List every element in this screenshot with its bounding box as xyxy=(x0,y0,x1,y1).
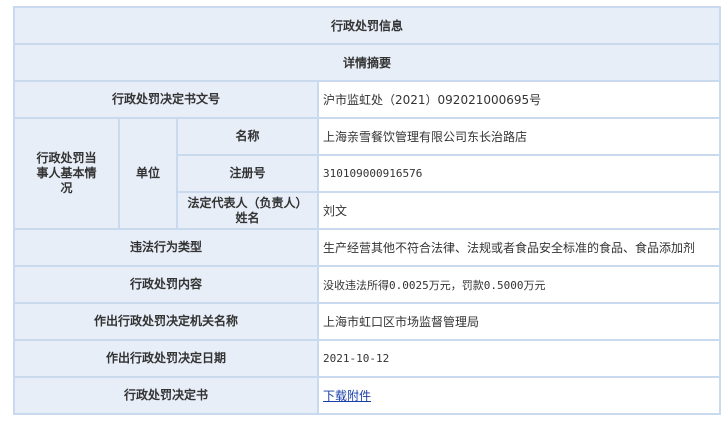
name-value: 上海亲雪餐饮管理有限公司东长治路店 xyxy=(316,117,722,156)
decision-no-label: 行政处罚决定书文号 xyxy=(13,80,319,119)
row-violation-type: 违法行为类型 生产经营其他不符合法律、法规或者食品安全标准的食品、食品添加剂 xyxy=(13,228,722,267)
decision-date-value: 2021-10-12 xyxy=(316,339,722,378)
decision-no-value: 沪市监虹处（2021）092021000695号 xyxy=(316,80,722,119)
legal-rep-value: 刘文 xyxy=(316,191,722,230)
authority-value: 上海市虹口区市场监督管理局 xyxy=(316,302,722,341)
row-decision-doc: 行政处罚决定书 下载附件 xyxy=(13,376,722,415)
penalty-content-value: 没收违法所得0.0025万元，罚款0.5000万元 xyxy=(316,265,722,304)
subsection-title: 详情摘要 xyxy=(12,43,722,82)
violation-type-label: 违法行为类型 xyxy=(13,228,319,267)
decision-doc-label: 行政处罚决定书 xyxy=(13,376,319,415)
party-label: 行政处罚当事人基本情况 xyxy=(13,117,120,230)
party-label-text: 行政处罚当事人基本情况 xyxy=(36,151,97,195)
section-title: 行政处罚信息 xyxy=(12,6,722,45)
reg-no-value: 310109000916576 xyxy=(316,154,722,193)
party-group-label: 单位 xyxy=(118,117,178,230)
download-attachment-link[interactable]: 下载附件 xyxy=(323,389,371,403)
row-penalty-content: 行政处罚内容 没收违法所得0.0025万元，罚款0.5000万元 xyxy=(13,265,722,304)
decision-doc-value: 下载附件 xyxy=(316,376,722,415)
legal-rep-label: 法定代表人（负责人） 姓名 xyxy=(176,191,319,230)
decision-date-label: 作出行政处罚决定日期 xyxy=(13,339,319,378)
row-party-name: 行政处罚当事人基本情况 单位 名称 上海亲雪餐饮管理有限公司东长治路店 xyxy=(13,117,722,230)
legal-rep-label-line1: 法定代表人（负责人） xyxy=(187,195,308,210)
reg-no-label: 注册号 xyxy=(176,154,319,193)
penalty-content-label: 行政处罚内容 xyxy=(13,265,319,304)
violation-type-value: 生产经营其他不符合法律、法规或者食品安全标准的食品、食品添加剂 xyxy=(316,228,722,267)
row-decision-date: 作出行政处罚决定日期 2021-10-12 xyxy=(13,339,722,378)
authority-label: 作出行政处罚决定机关名称 xyxy=(13,302,319,341)
name-label: 名称 xyxy=(176,117,319,156)
row-authority: 作出行政处罚决定机关名称 上海市虹口区市场监督管理局 xyxy=(13,302,722,341)
legal-rep-label-line2: 姓名 xyxy=(235,210,260,225)
penalty-info-table: 行政处罚信息 详情摘要 行政处罚决定书文号 沪市监虹处（2021）0920210… xyxy=(12,6,722,415)
row-decision-no: 行政处罚决定书文号 沪市监虹处（2021）092021000695号 xyxy=(13,80,722,119)
